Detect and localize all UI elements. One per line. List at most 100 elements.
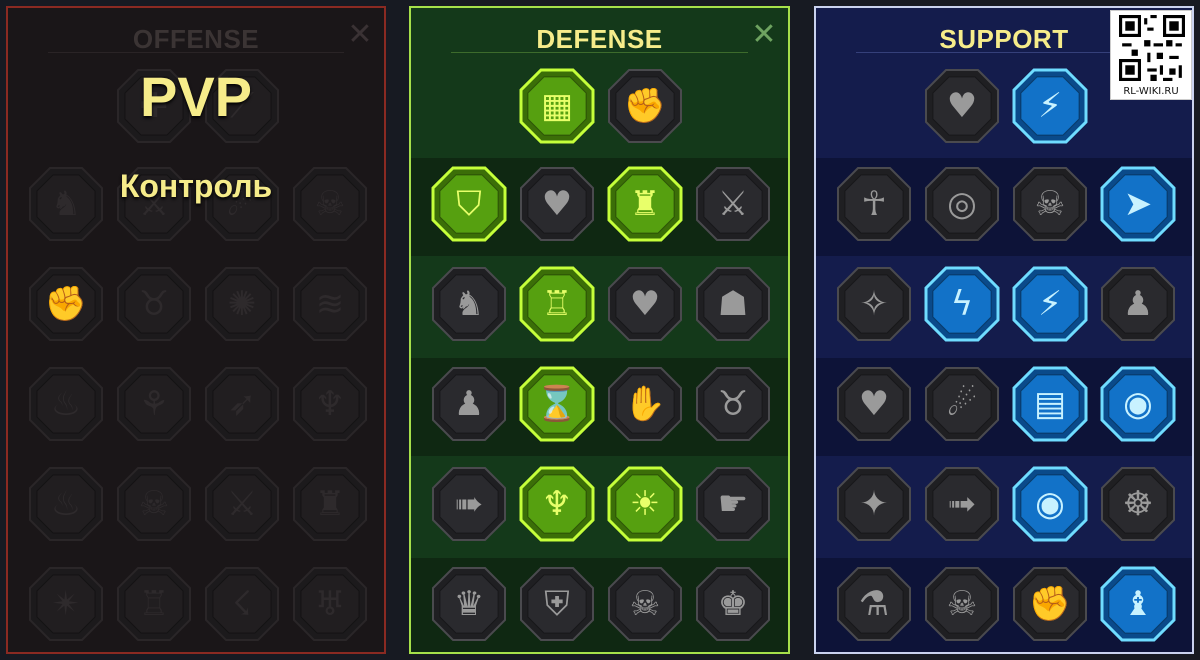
mastery-node[interactable]: ♉ bbox=[695, 366, 771, 442]
mastery-node[interactable]: ♆ bbox=[292, 366, 368, 442]
mastery-node[interactable]: ◎ bbox=[924, 166, 1000, 242]
heart-armor-icon: ♥ bbox=[541, 184, 573, 224]
mastery-node[interactable]: ➶ bbox=[204, 366, 280, 442]
ninja-icon: ☸ bbox=[1122, 484, 1154, 524]
berserker-icon: ♛ bbox=[453, 584, 485, 624]
hand-icon: ✋ bbox=[623, 384, 667, 424]
chained-heart-icon: ♥ bbox=[858, 384, 890, 424]
mastery-node[interactable]: ♞ bbox=[431, 266, 507, 342]
hooded-icon: ☗ bbox=[717, 284, 749, 324]
mastery-node[interactable]: ☠ bbox=[924, 566, 1000, 642]
flame-icon: ♨ bbox=[50, 384, 82, 424]
book-icon: ▤ bbox=[1033, 384, 1067, 424]
mastery-node[interactable]: ϟ bbox=[924, 266, 1000, 342]
wave-icon: ≋ bbox=[315, 284, 345, 324]
mastery-node[interactable]: ✋ bbox=[607, 366, 683, 442]
mastery-node[interactable]: ♝ bbox=[1100, 566, 1176, 642]
close-icon[interactable]: ✕ bbox=[346, 20, 374, 50]
shield-icon: ⛉ bbox=[456, 184, 482, 224]
close-icon[interactable]: ✕ bbox=[750, 20, 778, 50]
horned-icon: ♅ bbox=[314, 584, 346, 624]
sword-icon: ⚔ bbox=[226, 484, 258, 524]
rush-icon: ➤ bbox=[1123, 184, 1153, 224]
mastery-node[interactable]: ➠ bbox=[431, 466, 507, 542]
mastery-node[interactable]: ♜ bbox=[607, 166, 683, 242]
lightning-icon: ϟ bbox=[950, 284, 974, 324]
mastery-node[interactable]: ⚡ bbox=[1012, 266, 1088, 342]
mastery-node[interactable]: ☗ bbox=[695, 266, 771, 342]
mastery-node[interactable]: ☇ bbox=[204, 566, 280, 642]
title-divider bbox=[856, 52, 1152, 53]
mastery-node[interactable]: ⛉ bbox=[431, 166, 507, 242]
mastery-node[interactable]: ⌛ bbox=[519, 366, 595, 442]
rift-icon: ⚡ bbox=[1038, 284, 1062, 324]
mastery-node[interactable]: ✊ bbox=[1012, 566, 1088, 642]
mastery-node[interactable]: ♥ bbox=[924, 68, 1000, 144]
skull-wing-icon: ☠ bbox=[946, 584, 978, 624]
mastery-node[interactable]: ☀ bbox=[607, 466, 683, 542]
mastery-node[interactable]: ⚔ bbox=[204, 466, 280, 542]
mastery-node[interactable]: ▦ bbox=[519, 68, 595, 144]
mode-label: PVP bbox=[139, 65, 253, 128]
hourglass-icon: ⌛ bbox=[535, 384, 579, 424]
mastery-node[interactable]: ☄ bbox=[924, 366, 1000, 442]
mastery-node[interactable]: ♖ bbox=[116, 566, 192, 642]
arrow-icon: ➶ bbox=[227, 384, 257, 424]
mastery-node[interactable]: ♟ bbox=[431, 366, 507, 442]
fist-icon: ✊ bbox=[623, 86, 667, 126]
mastery-node[interactable]: ➤ bbox=[1100, 166, 1176, 242]
mastery-node[interactable]: ▤ bbox=[1012, 366, 1088, 442]
mastery-node[interactable]: ◉ bbox=[1100, 366, 1176, 442]
compass-icon: ✦ bbox=[859, 484, 889, 524]
mastery-node[interactable]: ☠ bbox=[1012, 166, 1088, 242]
comet-icon: ☄ bbox=[946, 384, 978, 424]
mastery-node[interactable]: ♜ bbox=[292, 466, 368, 542]
mastery-node[interactable]: ♉ bbox=[116, 266, 192, 342]
mastery-node[interactable]: ⚔ bbox=[695, 166, 771, 242]
mastery-node[interactable]: ♛ bbox=[431, 566, 507, 642]
mastery-node[interactable]: ♥ bbox=[836, 366, 912, 442]
mastery-node[interactable]: ♅ bbox=[292, 566, 368, 642]
mastery-node[interactable]: ♖ bbox=[519, 266, 595, 342]
bull-icon: ♉ bbox=[717, 384, 749, 424]
mastery-node[interactable]: ⚗ bbox=[836, 566, 912, 642]
mastery-node[interactable]: ♨ bbox=[28, 466, 104, 542]
mastery-node[interactable]: ⚘ bbox=[116, 366, 192, 442]
mastery-node[interactable]: ➟ bbox=[924, 466, 1000, 542]
mastery-node[interactable]: ☛ bbox=[695, 466, 771, 542]
mastery-node[interactable]: ♥ bbox=[519, 166, 595, 242]
golem-icon: ♜ bbox=[629, 184, 661, 224]
mastery-node[interactable]: ✴ bbox=[28, 566, 104, 642]
mastery-node[interactable]: ✊ bbox=[607, 68, 683, 144]
mastery-node[interactable]: ♟ bbox=[1100, 266, 1176, 342]
flex-icon: ♚ bbox=[717, 584, 749, 624]
knight-icon: ♖ bbox=[541, 284, 573, 324]
mastery-node[interactable]: ✺ bbox=[204, 266, 280, 342]
mastery-node[interactable]: ☠ bbox=[607, 566, 683, 642]
mastery-node[interactable]: ≋ bbox=[292, 266, 368, 342]
submode-label: Контроль bbox=[119, 168, 273, 204]
heart-skull-icon: ♥ bbox=[629, 284, 661, 324]
mastery-node[interactable]: ✧ bbox=[836, 266, 912, 342]
mastery-node[interactable]: ✦ bbox=[836, 466, 912, 542]
mastery-node[interactable]: ⚡ bbox=[1012, 68, 1088, 144]
mastery-node[interactable]: ⛨ bbox=[519, 566, 595, 642]
mastery-node[interactable]: ☸ bbox=[1100, 466, 1176, 542]
grab-icon: ☛ bbox=[717, 484, 749, 524]
mastery-node[interactable]: ♥ bbox=[607, 266, 683, 342]
skull-sun-icon: ☀ bbox=[629, 484, 661, 524]
mastery-node[interactable]: ♨ bbox=[28, 366, 104, 442]
title-divider bbox=[451, 52, 748, 53]
praying-hands-icon: ☥ bbox=[861, 184, 887, 224]
rune-icon: ⚘ bbox=[138, 384, 170, 424]
mastery-node[interactable]: ☠ bbox=[116, 466, 192, 542]
mastery-node[interactable]: ◉ bbox=[1012, 466, 1088, 542]
mastery-node[interactable]: ☥ bbox=[836, 166, 912, 242]
mastery-node[interactable]: ♚ bbox=[695, 566, 771, 642]
potion-icon: ⚗ bbox=[858, 584, 890, 624]
mastery-node[interactable]: ✊ bbox=[28, 266, 104, 342]
fire-icon: ♨ bbox=[50, 484, 82, 524]
beast-icon: ♆ bbox=[314, 384, 346, 424]
eagle-icon: ♝ bbox=[1122, 584, 1154, 624]
mastery-node[interactable]: ♆ bbox=[519, 466, 595, 542]
